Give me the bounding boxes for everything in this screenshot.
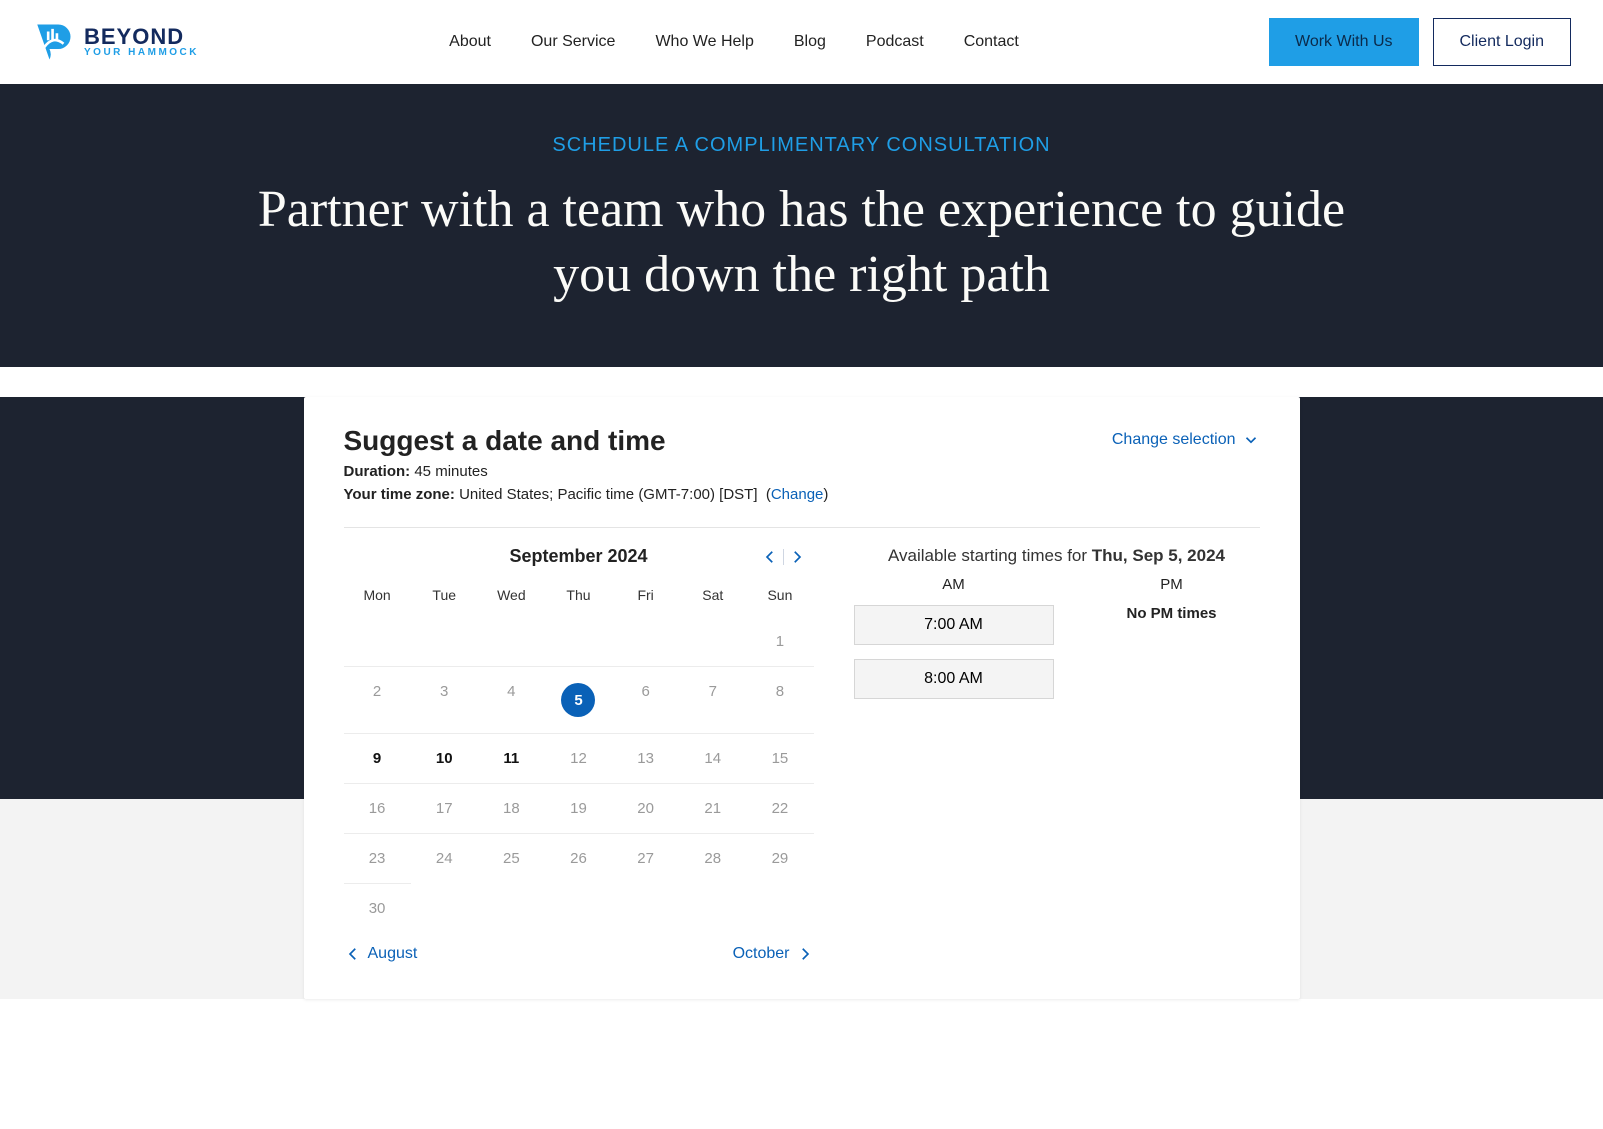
nav-about[interactable]: About — [449, 33, 491, 51]
calendar-day: 27 — [612, 833, 679, 883]
top-nav: BEYOND YOUR HAMMOCK About Our Service Wh… — [0, 0, 1603, 84]
calendar-day: 26 — [545, 833, 612, 883]
calendar-day: 14 — [679, 733, 746, 783]
time-slot-button[interactable]: 7:00 AM — [854, 605, 1054, 645]
calendar-day: 13 — [612, 733, 679, 783]
times-date: Thu, Sep 5, 2024 — [1092, 546, 1225, 565]
calendar-dow: Mon — [344, 579, 411, 617]
calendar-day: 21 — [679, 783, 746, 833]
calendar-day: 17 — [411, 783, 478, 833]
next-month-label: October — [733, 945, 790, 963]
calendar-prev-button[interactable] — [761, 548, 779, 566]
scheduler-panel: Suggest a date and time Duration: 45 min… — [304, 397, 1300, 999]
calendar-day: 16 — [344, 783, 411, 833]
prev-month-label: August — [368, 945, 418, 963]
calendar-day: 29 — [746, 833, 813, 883]
calendar-dow: Fri — [612, 579, 679, 617]
calendar-day[interactable]: 10 — [411, 733, 478, 783]
am-column: AM 7:00 AM 8:00 AM — [854, 576, 1054, 713]
brand-logo[interactable]: BEYOND YOUR HAMMOCK — [32, 21, 199, 63]
calendar-day — [545, 617, 612, 666]
duration-value: 45 minutes — [414, 463, 487, 480]
calendar-day — [478, 617, 545, 666]
hero-title: Partner with a team who has the experien… — [227, 177, 1377, 307]
calendar-month-label: September 2024 — [344, 546, 814, 567]
calendar-day: 15 — [746, 733, 813, 783]
timezone-label: Your time zone: — [344, 486, 455, 503]
brand-line2: YOUR HAMMOCK — [84, 48, 199, 58]
work-with-us-button[interactable]: Work With Us — [1269, 18, 1418, 66]
calendar-day — [612, 617, 679, 666]
chevron-left-icon — [344, 945, 362, 963]
change-selection-label: Change selection — [1112, 431, 1236, 449]
calendar-day: 24 — [411, 833, 478, 883]
change-selection-link[interactable]: Change selection — [1112, 431, 1260, 449]
calendar-day: 28 — [679, 833, 746, 883]
hero-section: SCHEDULE A COMPLIMENTARY CONSULTATION Pa… — [0, 84, 1603, 367]
times-title: Available starting times for Thu, Sep 5,… — [854, 546, 1260, 566]
nav-who-we-help[interactable]: Who We Help — [655, 33, 753, 51]
logo-icon — [32, 21, 74, 63]
calendar-day: 8 — [746, 666, 813, 733]
timezone-change-link[interactable]: Change — [771, 486, 824, 503]
calendar-dow: Tue — [411, 579, 478, 617]
calendar-day: 20 — [612, 783, 679, 833]
time-slots: Available starting times for Thu, Sep 5,… — [854, 546, 1260, 963]
client-login-button[interactable]: Client Login — [1433, 18, 1572, 66]
calendar-day: 6 — [612, 666, 679, 733]
calendar-day — [679, 617, 746, 666]
calendar-day: 2 — [344, 666, 411, 733]
pm-column: PM No PM times — [1084, 576, 1260, 713]
calendar-dow: Wed — [478, 579, 545, 617]
calendar-day: 7 — [679, 666, 746, 733]
chevron-right-icon — [796, 945, 814, 963]
calendar-day: 4 — [478, 666, 545, 733]
chevron-down-icon — [1242, 431, 1260, 449]
times-prefix: Available starting times for — [888, 546, 1092, 565]
hero-eyebrow: SCHEDULE A COMPLIMENTARY CONSULTATION — [30, 134, 1573, 157]
calendar-day: 3 — [411, 666, 478, 733]
calendar-day — [411, 617, 478, 666]
brand-line1: BEYOND — [84, 26, 199, 48]
calendar-day[interactable]: 5 — [545, 666, 612, 733]
calendar-day: 1 — [746, 617, 813, 666]
calendar-next-button[interactable] — [788, 548, 806, 566]
calendar-nav-separator — [783, 549, 784, 565]
timezone-line: Your time zone: United States; Pacific t… — [344, 486, 829, 503]
calendar-grid: MonTueWedThuFriSatSun1234567891011121314… — [344, 579, 814, 933]
next-month-link[interactable]: October — [733, 945, 814, 963]
calendar-day: 23 — [344, 833, 411, 883]
calendar-dow: Sun — [746, 579, 813, 617]
pm-label: PM — [1084, 576, 1260, 593]
no-pm-times: No PM times — [1084, 605, 1260, 622]
scheduler-title: Suggest a date and time — [344, 425, 829, 457]
am-label: AM — [854, 576, 1054, 593]
calendar-day: 22 — [746, 783, 813, 833]
nav-our-service[interactable]: Our Service — [531, 33, 615, 51]
calendar-dow: Thu — [545, 579, 612, 617]
duration-line: Duration: 45 minutes — [344, 463, 829, 480]
calendar-day: 30 — [344, 883, 411, 933]
calendar-day — [344, 617, 411, 666]
calendar-day[interactable]: 9 — [344, 733, 411, 783]
calendar-day[interactable]: 11 — [478, 733, 545, 783]
duration-label: Duration: — [344, 463, 411, 480]
brand-text: BEYOND YOUR HAMMOCK — [84, 26, 199, 58]
calendar: September 2024 MonTueWedThuFriSatSun1234… — [344, 546, 814, 963]
main-nav: About Our Service Who We Help Blog Podca… — [449, 33, 1019, 51]
calendar-day: 25 — [478, 833, 545, 883]
nav-blog[interactable]: Blog — [794, 33, 826, 51]
nav-podcast[interactable]: Podcast — [866, 33, 924, 51]
prev-month-link[interactable]: August — [344, 945, 418, 963]
cta-group: Work With Us Client Login — [1269, 18, 1571, 66]
calendar-day: 12 — [545, 733, 612, 783]
calendar-dow: Sat — [679, 579, 746, 617]
timezone-value: United States; Pacific time (GMT-7:00) [… — [459, 486, 757, 503]
panel-divider — [344, 527, 1260, 528]
calendar-day: 18 — [478, 783, 545, 833]
calendar-day: 19 — [545, 783, 612, 833]
time-slot-button[interactable]: 8:00 AM — [854, 659, 1054, 699]
nav-contact[interactable]: Contact — [964, 33, 1019, 51]
